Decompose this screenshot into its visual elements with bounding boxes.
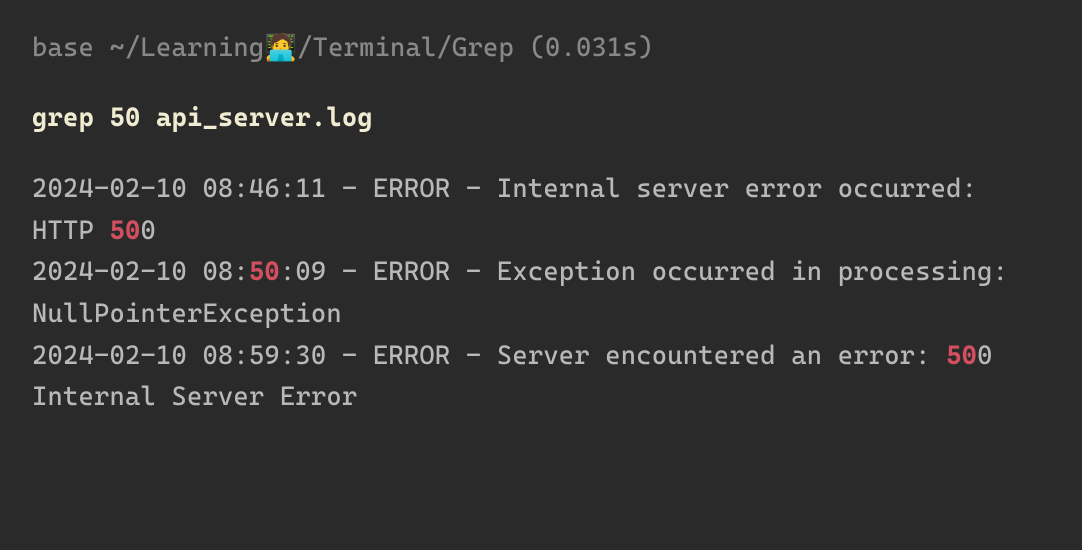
prompt-timing: (0.031s): [530, 33, 654, 63]
grep-match-highlight: 50: [109, 216, 140, 246]
grep-match-highlight: 50: [946, 341, 977, 371]
output-text: 2024-02-10 08:46:11 - ERROR - Internal s…: [32, 174, 977, 246]
prompt-path-prefix: ~/Learning: [94, 33, 264, 63]
prompt-emoji: 🧑‍💻: [264, 33, 297, 63]
output-text: 2024-02-10 08:59:30 - ERROR - Server enc…: [32, 341, 946, 371]
command-input[interactable]: grep 50 api_server.log: [32, 98, 1050, 140]
output-text: 0: [140, 216, 156, 246]
prompt-env: base: [32, 33, 94, 63]
output-text: 2024-02-10 08:: [32, 257, 249, 287]
output-line-3: 2024-02-10 08:59:30 - ERROR - Server enc…: [32, 336, 1050, 419]
prompt-path-suffix: /Terminal/Grep: [297, 33, 529, 63]
output-line-2: 2024-02-10 08:50:09 - ERROR - Exception …: [32, 252, 1050, 335]
prompt-line: base ~/Learning🧑‍💻/Terminal/Grep (0.031s…: [32, 28, 1050, 70]
grep-match-highlight: 50: [249, 257, 280, 287]
output-line-1: 2024-02-10 08:46:11 - ERROR - Internal s…: [32, 169, 1050, 252]
